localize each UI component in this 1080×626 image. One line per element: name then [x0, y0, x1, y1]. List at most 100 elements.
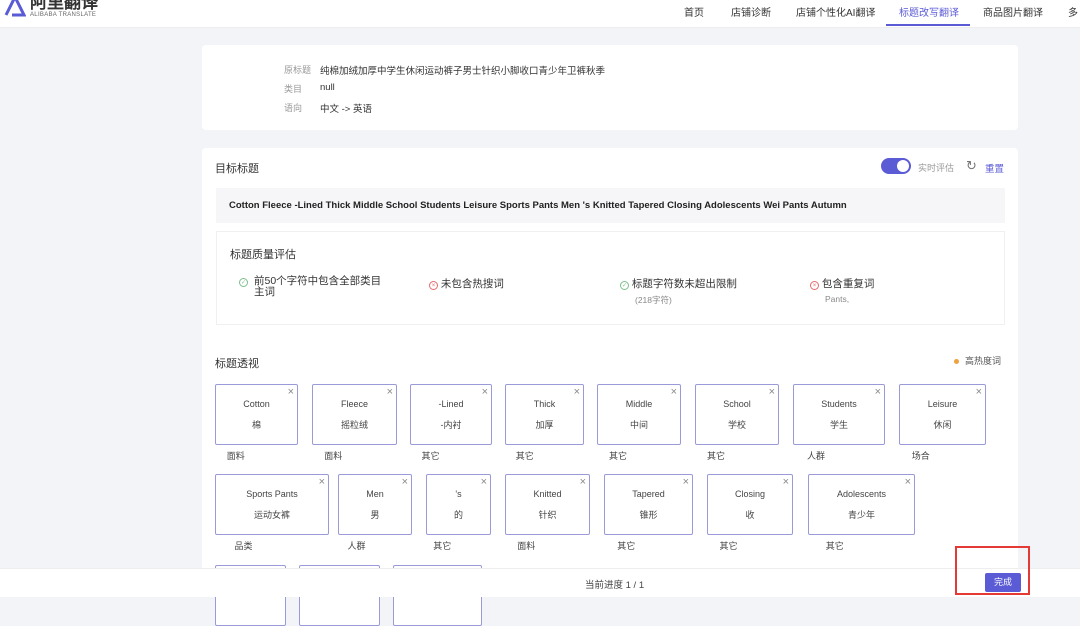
tag-chinese: 运动女裤: [253, 510, 290, 520]
active-tab-indicator: [886, 24, 970, 26]
top-nav-bar: 阿里翻译 ALIBABA TRANSLATE 首页 店铺诊断 店铺个性化AI翻译 …: [0, 0, 1080, 28]
tag-card[interactable]: Cotton 棉 ×: [215, 384, 298, 445]
quality-item: × 包含重复词 Pants,: [810, 276, 874, 304]
tag-card[interactable]: Adolescents 青少年 ×: [808, 474, 915, 535]
tag-english: Tapered: [632, 489, 665, 499]
tag-card[interactable]: Fleece 摇粒绒 ×: [312, 384, 397, 445]
tag-card[interactable]: -Lined -内衬 ×: [410, 384, 492, 445]
close-icon[interactable]: ×: [683, 476, 689, 488]
quality-item-text: 标题字符数未超出限制: [631, 278, 737, 290]
tag-card[interactable]: Students 学生 ×: [793, 384, 885, 445]
source-info-panel: 原标题 纯棉加绒加厚中学生休闲运动裤子男士针织小脚收口青少年卫裤秋季 类目 nu…: [202, 45, 1018, 130]
legend-label: 高热度词: [965, 356, 1002, 366]
tag-card[interactable]: Tapered 锥形 ×: [604, 474, 693, 535]
tag-card[interactable]: Sports Pants 运动女裤 ×: [215, 474, 329, 535]
tag-category: 品类: [234, 541, 253, 551]
legend-hot-words: 高热度词: [954, 354, 1001, 367]
tag-card[interactable]: Knitted 针织 ×: [505, 474, 590, 535]
reset-button[interactable]: 重置: [985, 161, 1004, 175]
check-icon: ✓: [620, 281, 629, 290]
label-direction: 语向: [284, 103, 303, 113]
logo[interactable]: 阿里翻译 ALIBABA TRANSLATE: [4, 0, 98, 18]
tag-card[interactable]: Closing 收 ×: [707, 474, 793, 535]
tag-chinese: 男: [370, 510, 380, 520]
quality-item-text: 前50个字符中包含全部类目主词: [254, 275, 382, 298]
tag-english: -Lined: [438, 399, 464, 409]
quality-item: ✓ 标题字符数未超出限制 (218字符): [620, 276, 737, 306]
tag-category: 场合: [911, 451, 930, 461]
tag-english: Adolescents: [836, 489, 887, 499]
tag-card[interactable]: Leisure 休闲 ×: [899, 384, 986, 445]
tag-chinese: 加厚: [535, 420, 554, 430]
tag-category: 其它: [706, 451, 725, 461]
tag-chinese: 学校: [727, 420, 746, 430]
quality-item-text: 包含重复词: [821, 278, 875, 290]
tag-chinese: 的: [453, 510, 463, 520]
tag-category: 其它: [433, 541, 452, 551]
footer-bar: 当前进度 1 / 1 完成: [0, 568, 1080, 597]
logo-icon: [4, 0, 26, 17]
tag-category: 面料: [324, 451, 343, 461]
tag-chinese: 学生: [829, 420, 848, 430]
realtime-toggle[interactable]: [881, 158, 911, 174]
close-icon[interactable]: ×: [580, 476, 586, 488]
quality-item: ✓ 前50个字符中包含全部类目主词: [239, 276, 389, 298]
tag-chinese: 针织: [538, 510, 557, 520]
nav-shop-ai-translate[interactable]: 店铺个性化AI翻译: [796, 4, 875, 19]
target-title-text[interactable]: Cotton Fleece -Lined Thick Middle School…: [216, 188, 1005, 223]
tag-english: School: [723, 399, 751, 409]
close-icon[interactable]: ×: [402, 476, 408, 488]
category-value: null: [320, 82, 335, 93]
tag-category: 面料: [226, 451, 245, 461]
perspective-heading: 标题透视: [215, 358, 259, 370]
progress-text: 当前进度 1 / 1: [585, 580, 645, 591]
close-icon[interactable]: ×: [769, 386, 775, 398]
close-icon[interactable]: ×: [574, 386, 580, 398]
original-title: 纯棉加绒加厚中学生休闲运动裤子男士针织小脚收口青少年卫裤秋季: [320, 66, 606, 77]
close-icon[interactable]: ×: [783, 476, 789, 488]
close-icon[interactable]: ×: [387, 386, 393, 398]
tag-english: Middle: [625, 399, 653, 409]
tag-english: Students: [821, 399, 857, 409]
tag-category: 其它: [617, 541, 636, 551]
tag-card[interactable]: School 学校 ×: [695, 384, 779, 445]
error-icon: ×: [810, 281, 819, 290]
tag-category: 其它: [608, 451, 627, 461]
tag-category: 人群: [806, 451, 825, 461]
nav-home[interactable]: 首页: [684, 4, 704, 19]
tag-chinese: 中间: [629, 420, 648, 430]
tag-card[interactable]: Middle 中间 ×: [597, 384, 681, 445]
nav-image-translate[interactable]: 商品图片翻译: [983, 4, 1043, 19]
tag-english: Cotton: [243, 399, 270, 409]
quality-item: × 未包含热搜词: [429, 276, 504, 291]
tag-card[interactable]: Thick 加厚 ×: [505, 384, 584, 445]
close-icon[interactable]: ×: [671, 386, 677, 398]
tag-english: 's: [455, 489, 462, 499]
tag-chinese: 青少年: [847, 510, 875, 520]
close-icon[interactable]: ×: [288, 386, 294, 398]
close-icon[interactable]: ×: [481, 476, 487, 488]
label-category: 类目: [284, 84, 303, 94]
tag-english: Sports Pants: [246, 489, 298, 499]
tag-category: 其它: [719, 541, 738, 551]
tag-card[interactable]: Men 男 ×: [338, 474, 412, 535]
toggle-label: 实时评估: [918, 163, 955, 173]
nav-more[interactable]: 多: [1068, 4, 1078, 19]
tag-category: 其它: [421, 451, 440, 461]
nav-title-rewrite[interactable]: 标题改写翻译: [899, 4, 959, 19]
tag-card[interactable]: 's 的 ×: [426, 474, 491, 535]
logo-text: 阿里翻译: [30, 0, 98, 12]
tag-english: Knitted: [533, 489, 562, 499]
tag-category: 其它: [515, 451, 534, 461]
tag-english: Fleece: [340, 399, 368, 409]
error-icon: ×: [429, 281, 438, 290]
refresh-icon[interactable]: ↻: [966, 158, 977, 174]
close-icon[interactable]: ×: [482, 386, 488, 398]
close-icon[interactable]: ×: [905, 476, 911, 488]
close-icon[interactable]: ×: [875, 386, 881, 398]
hot-dot-icon: [954, 359, 959, 364]
close-icon[interactable]: ×: [319, 476, 325, 488]
nav-shop-diagnosis[interactable]: 店铺诊断: [731, 4, 771, 19]
close-icon[interactable]: ×: [976, 386, 982, 398]
logo-subtext: ALIBABA TRANSLATE: [30, 12, 97, 18]
